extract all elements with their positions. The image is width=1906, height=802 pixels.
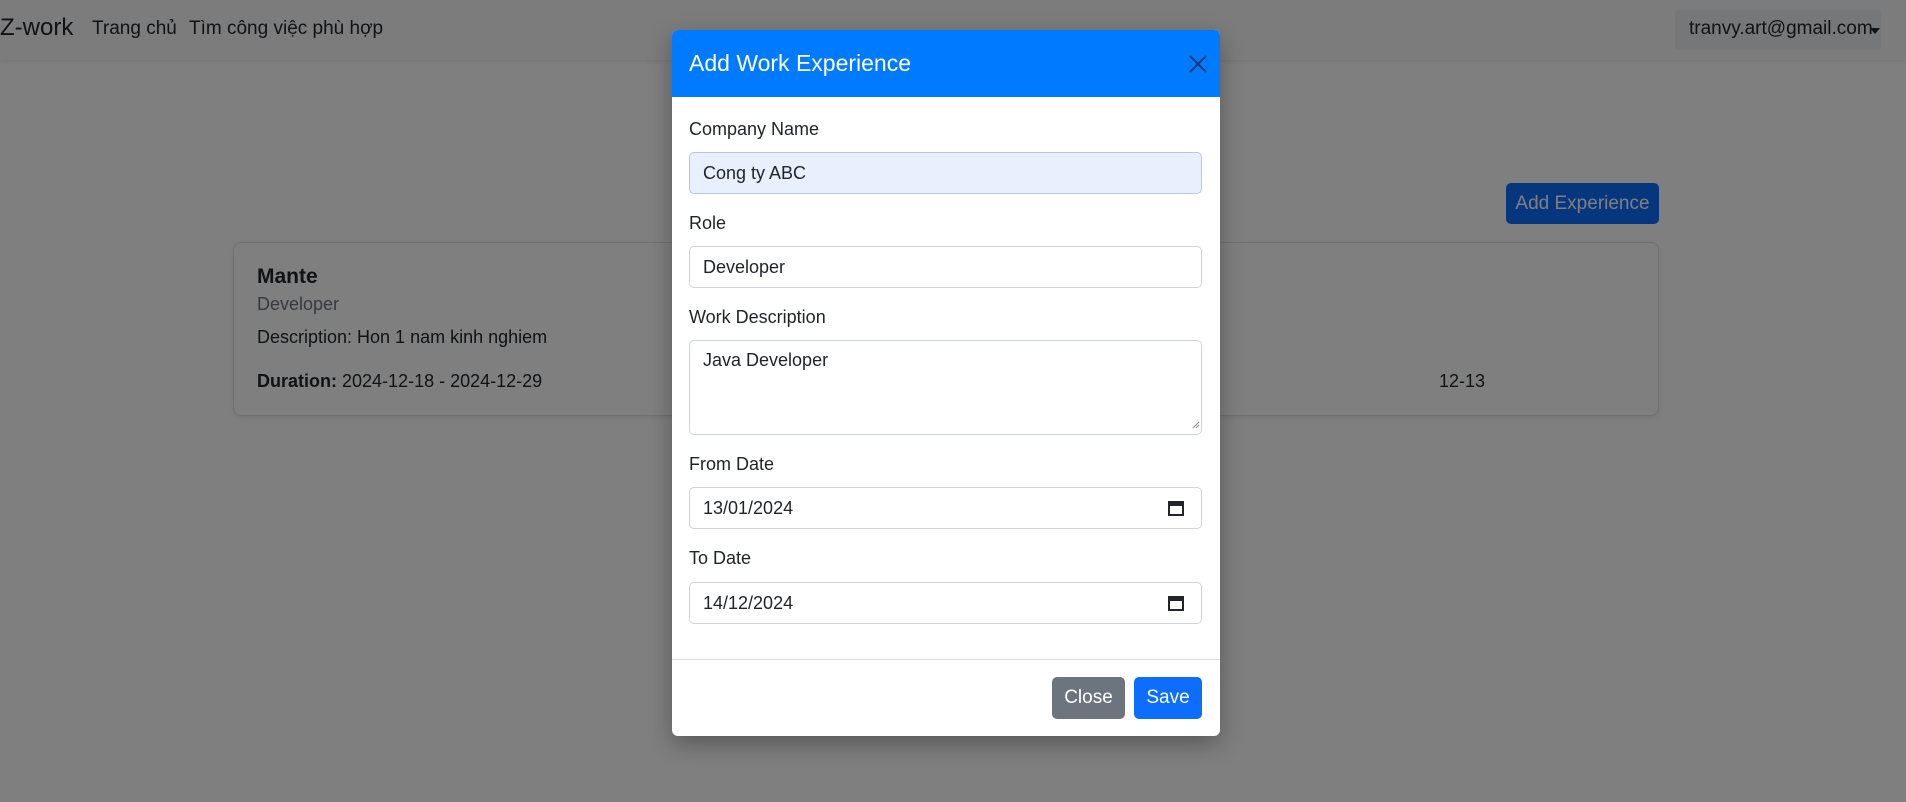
resize-grip-icon[interactable] — [1190, 419, 1200, 429]
modal-title: Add Work Experience — [689, 50, 912, 76]
role-label: Role — [689, 213, 727, 233]
calendar-icon[interactable] — [1167, 499, 1185, 517]
save-button[interactable]: Save — [1134, 677, 1202, 719]
close-button[interactable]: Close — [1052, 677, 1125, 719]
modal-footer-divider — [672, 659, 1220, 660]
role-input[interactable] — [689, 246, 1202, 288]
work-description-textarea[interactable]: Java Developer — [689, 340, 1202, 435]
company-name-input[interactable] — [689, 152, 1202, 194]
to-date-label: To Date — [689, 548, 752, 568]
to-date-input[interactable] — [689, 582, 1202, 624]
from-date-input[interactable] — [689, 487, 1202, 529]
from-date-label: From Date — [689, 454, 775, 474]
add-work-experience-modal: Add Work Experience Company Name Role Wo… — [672, 30, 1220, 736]
modal-header: Add Work Experience — [672, 30, 1220, 97]
work-description-label: Work Description — [689, 307, 826, 327]
company-name-label: Company Name — [689, 119, 820, 139]
calendar-icon[interactable] — [1167, 594, 1185, 612]
close-icon[interactable] — [1181, 47, 1215, 81]
